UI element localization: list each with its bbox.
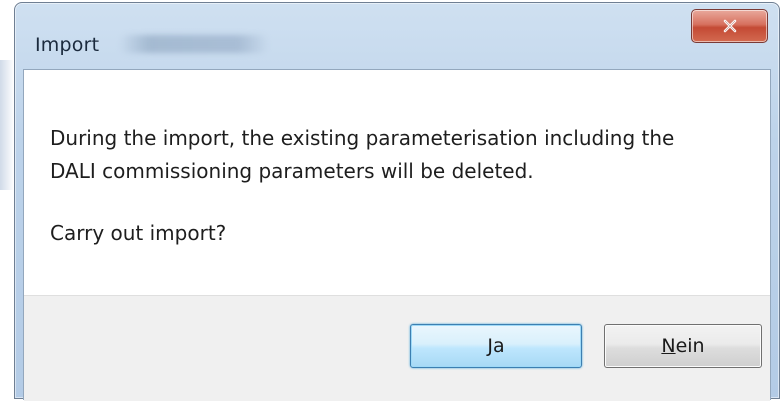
question-text: Carry out import? xyxy=(50,221,227,245)
no-button[interactable]: Nein xyxy=(604,324,762,368)
close-button[interactable] xyxy=(691,9,768,43)
import-dialog: Import During the import, the existing p… xyxy=(14,2,780,401)
yes-button-label: Ja xyxy=(487,335,505,357)
dialog-content: During the import, the existing paramete… xyxy=(23,69,771,401)
close-icon xyxy=(723,19,736,33)
no-button-mnemonic: N xyxy=(661,335,676,357)
no-button-label: Nein xyxy=(661,335,704,357)
blurred-title-suffix xyxy=(119,35,269,53)
yes-button[interactable]: Ja xyxy=(410,324,582,368)
window-title: Import xyxy=(35,34,100,56)
message-line-1: During the import, the existing paramete… xyxy=(50,126,675,150)
title-bar[interactable]: Import xyxy=(15,3,779,69)
background-edge xyxy=(0,60,14,190)
message-line-2: DALI commissioning parameters will be de… xyxy=(50,159,534,183)
no-button-label-rest: ein xyxy=(675,335,705,357)
button-area: Ja Nein xyxy=(24,295,770,401)
message-text: During the import, the existing paramete… xyxy=(50,122,750,188)
